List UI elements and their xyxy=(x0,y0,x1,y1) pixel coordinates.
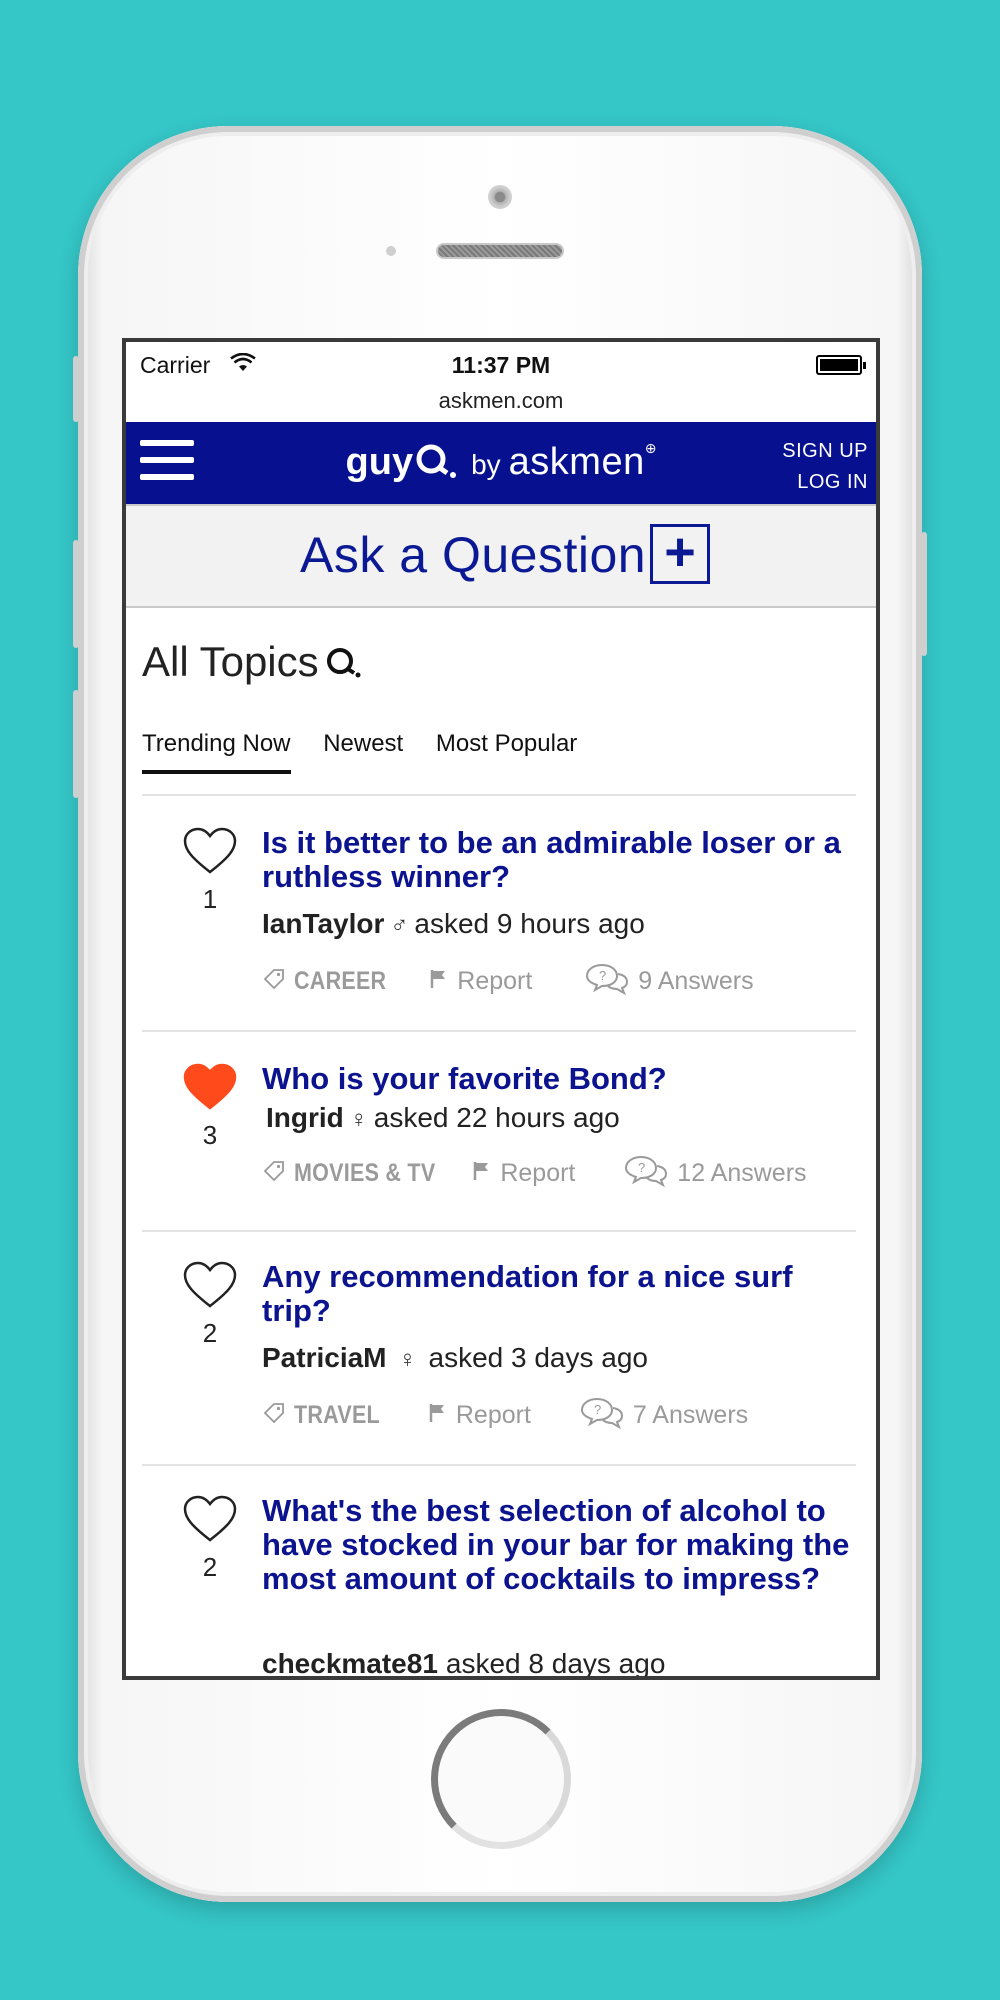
divider xyxy=(142,1464,856,1466)
question-author[interactable]: PatriciaM xyxy=(262,1342,387,1373)
report-link[interactable]: Report xyxy=(500,1159,575,1187)
log-in-link[interactable]: LOG IN xyxy=(782,467,868,498)
registered-plus-icon: ⊕ xyxy=(644,440,657,456)
tab-most-popular[interactable]: Most Popular xyxy=(436,730,577,770)
mute-switch xyxy=(73,356,79,422)
svg-text:?: ? xyxy=(594,1402,601,1417)
question-title[interactable]: Who is your favorite Bond? xyxy=(262,1062,852,1096)
gender-icon: ♂ xyxy=(390,912,409,939)
gender-icon: ♀ xyxy=(398,1346,417,1373)
flag-icon xyxy=(429,968,449,997)
logo-search-icon xyxy=(416,444,457,478)
svg-text:?: ? xyxy=(599,968,606,983)
gender-icon: ♀ xyxy=(349,1106,368,1133)
ask-question-plus-button[interactable]: + xyxy=(650,524,710,584)
proximity-sensor xyxy=(386,246,396,256)
earpiece-speaker xyxy=(436,243,564,259)
question-title[interactable]: Is it better to be an admirable loser or… xyxy=(262,826,852,894)
question-author[interactable]: IanTaylor xyxy=(262,908,384,939)
question-meta: checkmate81 asked 8 days ago xyxy=(262,1648,666,1679)
answers-icon: ? xyxy=(579,1396,625,1437)
question-title[interactable]: What's the best selection of alcohol to … xyxy=(262,1494,852,1596)
tag-icon xyxy=(262,1159,286,1190)
address-bar[interactable]: askmen.com xyxy=(126,388,876,414)
question-footer: TRAVEL Report ? 7 Answers xyxy=(262,1396,748,1437)
question-footer: CAREER Report ? 9 Answers xyxy=(262,962,754,1003)
front-camera xyxy=(488,185,512,209)
question-author[interactable]: Ingrid xyxy=(266,1102,344,1133)
heart-icon[interactable] xyxy=(182,1260,238,1310)
topic-tag[interactable]: CAREER xyxy=(294,967,386,996)
status-bar: Carrier 11:37 PM xyxy=(126,342,876,388)
heart-icon[interactable] xyxy=(182,826,238,876)
question-time: asked 9 hours ago xyxy=(414,908,645,939)
topic-tag[interactable]: MOVIES & TV xyxy=(294,1159,435,1188)
topic-tag[interactable]: TRAVEL xyxy=(294,1401,380,1430)
like-count: 2 xyxy=(202,1552,218,1582)
answers-icon: ? xyxy=(584,962,630,1003)
tag-icon xyxy=(262,967,286,998)
tab-trending-now[interactable]: Trending Now xyxy=(142,730,291,774)
home-button[interactable] xyxy=(431,1709,571,1849)
divider xyxy=(142,1030,856,1032)
svg-text:?: ? xyxy=(638,1160,645,1175)
heart-icon[interactable] xyxy=(182,1494,238,1544)
like-count: 2 xyxy=(202,1318,218,1348)
screen: Carrier 11:37 PM askmen.com guy by askmen⊕… xyxy=(122,338,880,1680)
volume-up-button xyxy=(73,540,79,648)
power-button xyxy=(921,532,927,656)
question-meta: IanTaylor ♂ asked 9 hours ago xyxy=(262,908,645,940)
question-meta: Ingrid ♀ asked 22 hours ago xyxy=(266,1102,620,1134)
topics-title: All Topics xyxy=(142,638,319,685)
question-time: asked 22 hours ago xyxy=(373,1102,620,1133)
answers-count[interactable]: 9 Answers xyxy=(638,967,753,995)
question-footer: MOVIES & TV Report ? 12 Answers xyxy=(262,1154,807,1195)
topics-search-icon[interactable] xyxy=(325,641,361,689)
report-link[interactable]: Report xyxy=(456,1401,531,1429)
like-count: 3 xyxy=(202,1120,218,1150)
ask-question-bar[interactable]: Ask a Question + xyxy=(126,504,876,608)
question-time: asked 8 days ago xyxy=(445,1648,666,1679)
question-author[interactable]: checkmate81 xyxy=(262,1648,438,1676)
volume-down-button xyxy=(73,690,79,798)
answers-count[interactable]: 7 Answers xyxy=(633,1401,748,1429)
topics-heading: All Topics xyxy=(142,638,361,689)
auth-links: SIGN UP LOG IN xyxy=(782,436,868,498)
battery-icon xyxy=(816,355,866,375)
answers-icon: ? xyxy=(623,1154,669,1195)
question-meta: PatriciaM ♀ asked 3 days ago xyxy=(262,1342,648,1374)
question-time: asked 3 days ago xyxy=(428,1342,649,1373)
like-count: 1 xyxy=(202,884,218,914)
site-logo[interactable]: guy by askmen⊕ xyxy=(126,440,876,484)
tab-newest[interactable]: Newest xyxy=(323,730,403,770)
report-link[interactable]: Report xyxy=(457,967,532,995)
logo-brand: askmen xyxy=(508,441,645,483)
clock: 11:37 PM xyxy=(451,352,551,378)
answers-count[interactable]: 12 Answers xyxy=(677,1159,806,1187)
logo-guy: guy xyxy=(345,441,414,483)
divider xyxy=(142,794,856,796)
divider xyxy=(142,1230,856,1232)
site-header: guy by askmen⊕ SIGN UP LOG IN xyxy=(126,422,876,504)
heart-filled-icon[interactable] xyxy=(182,1062,238,1112)
ask-question-label: Ask a Question xyxy=(300,527,647,583)
flag-icon xyxy=(472,1160,492,1189)
question-title[interactable]: Any recommendation for a nice surf trip? xyxy=(262,1260,852,1328)
sort-tabs: Trending Now Newest Most Popular xyxy=(142,730,603,774)
flag-icon xyxy=(428,1402,448,1431)
tag-icon xyxy=(262,1401,286,1432)
logo-by: by xyxy=(471,449,501,480)
sign-up-link[interactable]: SIGN UP xyxy=(782,436,868,467)
